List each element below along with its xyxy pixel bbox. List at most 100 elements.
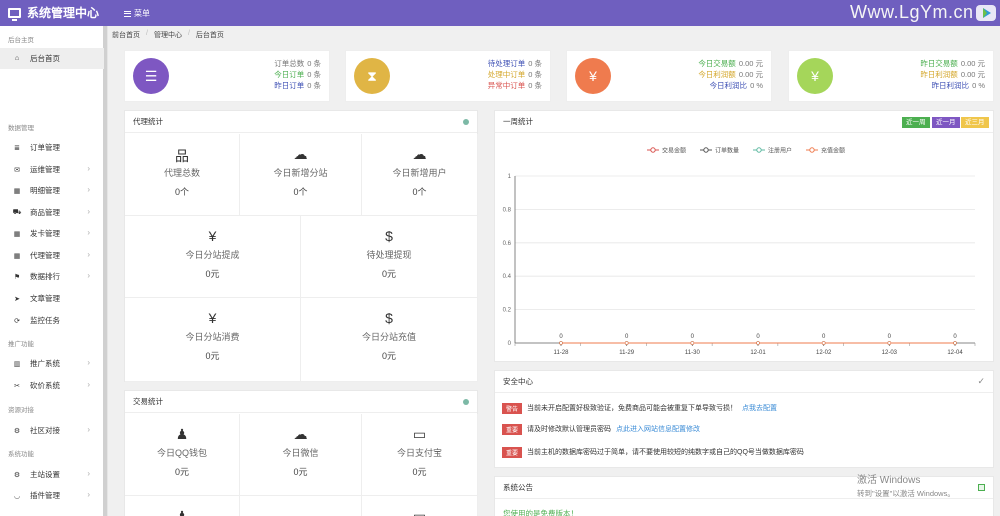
windows-activation: 激活 Windows 转到"设置"以激活 Windows。 xyxy=(857,474,955,500)
sidebar-item[interactable]: ⚑ 数据排行 › xyxy=(0,266,104,287)
watermark-logo-icon xyxy=(976,5,996,21)
list-icon: ≣ xyxy=(14,144,20,152)
security-link[interactable]: 点我去配置 xyxy=(742,403,777,413)
sidebar-item[interactable]: ⚙ 主站设置 › xyxy=(0,464,104,485)
menu-toggle[interactable]: 菜单 xyxy=(124,8,150,19)
stat-label: 订单总数 xyxy=(274,59,305,68)
data-point[interactable] xyxy=(690,341,695,345)
sidebar-item[interactable]: ✂ 砍价系统 › xyxy=(0,375,104,396)
data-point[interactable] xyxy=(559,341,563,345)
chevron-right-icon: › xyxy=(87,164,90,173)
legend-label[interactable]: 订单数量 xyxy=(715,147,739,155)
stat-label: 异常中订单 xyxy=(487,81,526,90)
sidebar-item[interactable]: ✉ 运维管理 › xyxy=(0,159,104,180)
stat-label: 处理中订单 xyxy=(487,70,526,79)
trade-stat-cell: ☁ xyxy=(240,496,362,516)
cogs-icon: ⚙ xyxy=(13,427,21,435)
stat-circle-icon: ⧗ xyxy=(354,58,390,94)
security-badge: 重要 xyxy=(502,446,523,458)
data-point[interactable] xyxy=(624,341,629,345)
trade-stat-label: 今日QQ钱包 xyxy=(156,448,207,458)
stat-row: 昨日利润额 0.00 元 xyxy=(920,69,985,80)
trade-stats-panel: 交易统计 ♟ 今日QQ钱包 0元 ☁ 今日微信 0元 ▭ 今日支付宝 0元 ♟ ☁ ▭ xyxy=(124,390,478,516)
card-icon: ▭ xyxy=(412,426,427,442)
stat-value: 0 % xyxy=(972,81,985,90)
table-icon: ▦ xyxy=(13,187,21,195)
chevron-right-icon: › xyxy=(87,271,90,280)
check-icon[interactable]: ✓ xyxy=(977,376,985,387)
home-icon: ⌂ xyxy=(14,55,20,62)
trade-stat-cell: ☁ 今日微信 0元 xyxy=(240,414,362,496)
stat-row: 订单总数 0 条 xyxy=(274,58,321,69)
legend-label[interactable]: 注册用户 xyxy=(768,147,792,155)
data-point[interactable] xyxy=(756,341,760,345)
stat-label: 昨日利润比 xyxy=(931,81,970,90)
data-label: 0 xyxy=(625,334,629,340)
agent-stat-cell: $ 今日分站充值 0元 xyxy=(301,298,478,382)
x-tick-label: 11-29 xyxy=(619,350,635,356)
stat-label: 今日利润额 xyxy=(698,70,736,79)
legend-marker xyxy=(756,147,762,153)
breadcrumb-admin[interactable]: 管理中心 xyxy=(154,30,182,40)
collapse-dot-icon[interactable] xyxy=(463,399,469,405)
stat-row: 处理中订单 0 条 xyxy=(488,69,542,80)
breadcrumb-home[interactable]: 前台首页 xyxy=(112,30,140,40)
x-tick-label: 12-02 xyxy=(816,350,832,356)
flag-icon: ⚑ xyxy=(13,273,21,281)
sidebar-item[interactable]: ➤ 文章管理 xyxy=(0,288,104,309)
send-icon: ➤ xyxy=(14,295,20,303)
sidebar-item[interactable]: ⌂ 后台首页 xyxy=(0,48,104,69)
data-point[interactable] xyxy=(953,341,957,345)
security-row: 警告 当前未开启配置好极致验证，免费商品可能会被重复下单导致亏损！ 点我去配置 xyxy=(502,401,777,415)
collapse-dot-icon[interactable] xyxy=(463,119,469,125)
agent-stat-value: 0元 xyxy=(381,351,396,361)
data-point[interactable] xyxy=(887,341,892,345)
app-brand[interactable]: 系统管理中心 xyxy=(8,4,99,21)
stat-row: 今日交易额 0.00 元 xyxy=(698,58,763,69)
security-text: 当前主机的数据库密码过于简单，请不要使用较短的纯数字或自己的QQ号当做数据库密码 xyxy=(527,449,804,456)
stat-label: 昨日利润额 xyxy=(920,70,958,79)
legend-label[interactable]: 交易金额 xyxy=(662,147,686,155)
x-tick-label: 12-01 xyxy=(750,350,766,356)
stat-row: 今日利润额 0.00 元 xyxy=(698,69,763,80)
sidebar-item-label: 主站设置 xyxy=(30,470,60,479)
qq-icon: ♟ xyxy=(175,426,189,442)
sidebar-item[interactable]: ▦ 发卡管理 › xyxy=(0,223,104,244)
sidebar-item[interactable]: ≣ 订单管理 xyxy=(0,137,104,158)
sidebar-item-label: 插件管理 xyxy=(30,491,60,500)
sidebar-item[interactable]: ⚙ 社区对接 › xyxy=(0,420,104,441)
qq-icon: ♟ xyxy=(175,508,189,516)
stat-value: 0 % xyxy=(750,81,763,90)
sidebar-item[interactable]: ▦ 明细管理 › xyxy=(0,180,104,201)
sidebar-item[interactable]: ▥ 推广系统 › xyxy=(0,353,104,374)
y-tick-label: 0.6 xyxy=(503,241,512,247)
agent-stat-label: 代理总数 xyxy=(163,168,200,178)
sidebar-item[interactable]: ⛟ 商品管理 › xyxy=(0,202,104,223)
sidebar-item-label: 推广系统 xyxy=(30,359,60,368)
security-row: 重要 请及时修改默认管理员密码 点此进入网站信息配置修改 xyxy=(502,422,700,436)
stat-label: 今日利润比 xyxy=(709,81,748,90)
stat-value: 0 条 xyxy=(307,81,321,90)
data-label: 0 xyxy=(691,334,695,340)
sidebar-item-label: 明细管理 xyxy=(30,186,60,195)
stat-circle-icon: ☰ xyxy=(133,58,169,94)
security-text: 请及时修改默认管理员密码 xyxy=(527,426,612,433)
sidebar-item[interactable]: ▦ 代理管理 › xyxy=(0,245,104,266)
legend-label[interactable]: 充值金额 xyxy=(821,147,845,155)
y-tick-label: 0.4 xyxy=(503,274,512,280)
trade-stat-cell: ▭ 今日支付宝 0元 xyxy=(362,414,478,496)
data-point[interactable] xyxy=(821,341,826,345)
checkbox-icon[interactable] xyxy=(978,484,985,491)
data-label: 0 xyxy=(953,334,957,340)
agent-stat-cell: ¥ 今日分站消费 0元 xyxy=(125,298,301,382)
security-link[interactable]: 点此进入网站信息配置修改 xyxy=(616,424,700,434)
security-text: 当前未开启配置好极致验证，免费商品可能会被重复下单导致亏损！ xyxy=(527,405,738,412)
sidebar-item[interactable]: ⟳ 监控任务 xyxy=(0,310,104,331)
range-button[interactable]: 近一周 xyxy=(902,117,930,128)
range-button[interactable]: 近一月 xyxy=(932,117,960,128)
sidebar-group-label: 推广功能 xyxy=(8,341,34,348)
x-tick-label: 12-04 xyxy=(947,350,963,356)
stat-label: 今日交易额 xyxy=(698,59,736,68)
range-button[interactable]: 近三月 xyxy=(961,117,989,128)
sidebar-item[interactable]: ◡ 插件管理 › xyxy=(0,485,104,506)
